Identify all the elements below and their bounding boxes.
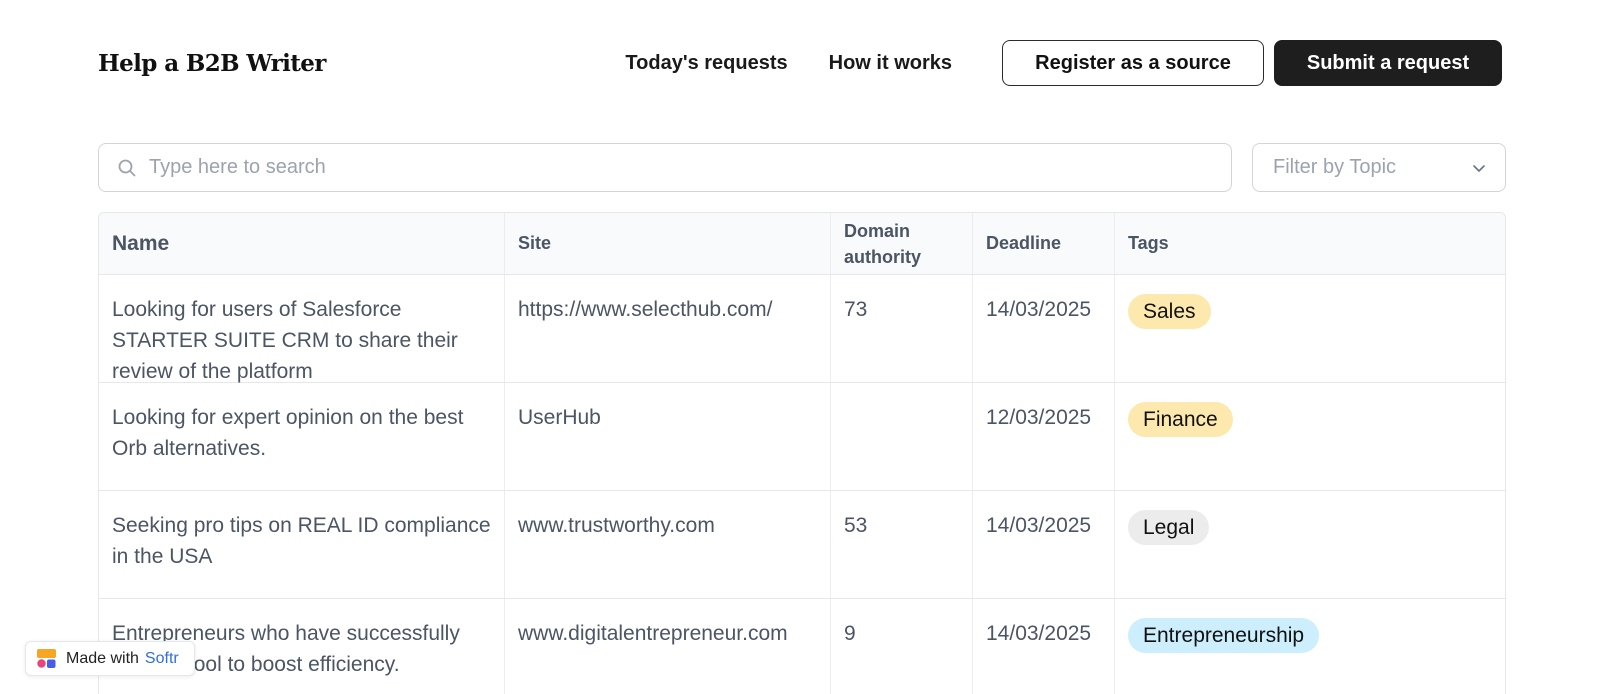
made-with-softr-badge[interactable]: Made with Softr: [25, 641, 195, 676]
cell-site: UserHub: [505, 383, 831, 490]
table-header-row: Name Site Domain authority Deadline Tags: [99, 213, 1505, 275]
tag-badge: Finance: [1128, 402, 1233, 437]
cell-site: https://www.selecthub.com/: [505, 275, 831, 382]
page: Help a B2B Writer Today's requests How i…: [0, 0, 1600, 694]
cell-domain-authority: 9: [831, 599, 973, 694]
cell-deadline: 14/03/2025: [973, 275, 1115, 382]
column-header-domain-authority[interactable]: Domain authority: [831, 213, 973, 274]
tag-badge: Sales: [1128, 294, 1211, 329]
cell-tags: Legal: [1115, 491, 1505, 598]
table-row[interactable]: Looking for users of Salesforce STARTER …: [99, 275, 1505, 383]
softr-link[interactable]: Softr: [145, 650, 179, 668]
table-row[interactable]: Looking for expert opinion on the best O…: [99, 383, 1505, 491]
site-logo[interactable]: Help a B2B Writer: [98, 50, 326, 77]
cell-deadline: 14/03/2025: [973, 491, 1115, 598]
nav-todays-requests[interactable]: Today's requests: [625, 52, 787, 75]
cell-name: Seeking pro tips on REAL ID compliance i…: [99, 491, 505, 598]
top-header: Help a B2B Writer Today's requests How i…: [98, 40, 1502, 86]
softr-logo-icon: [36, 648, 57, 669]
cell-domain-authority: [831, 383, 973, 490]
made-with-label: Made with: [66, 649, 139, 667]
cell-site: www.digitalentrepreneur.com: [505, 599, 831, 694]
tag-badge: Entrepreneurship: [1128, 618, 1320, 653]
cell-tags: Sales: [1115, 275, 1505, 382]
cell-tags: Entrepreneurship: [1115, 599, 1505, 694]
topic-filter-placeholder: Filter by Topic: [1273, 156, 1397, 178]
column-header-deadline[interactable]: Deadline: [973, 213, 1115, 274]
cell-domain-authority: 73: [831, 275, 973, 382]
search-input[interactable]: [149, 156, 1231, 179]
cell-tags: Finance: [1115, 383, 1505, 490]
column-header-name[interactable]: Name: [99, 213, 505, 274]
requests-table: Name Site Domain authority Deadline Tags…: [98, 212, 1506, 694]
topic-filter-select[interactable]: Filter by Topic: [1252, 143, 1506, 192]
column-header-tags[interactable]: Tags: [1115, 213, 1505, 274]
cell-deadline: 14/03/2025: [973, 599, 1115, 694]
cell-deadline: 12/03/2025: [973, 383, 1115, 490]
search-icon: [117, 158, 137, 178]
chevron-down-icon: [1471, 160, 1487, 176]
table-row[interactable]: Entrepreneurs who have successfully used…: [99, 599, 1505, 694]
submit-request-button[interactable]: Submit a request: [1274, 40, 1502, 86]
top-nav: Today's requests How it works Register a…: [625, 40, 1502, 86]
nav-how-it-works[interactable]: How it works: [829, 52, 952, 75]
cell-site: www.trustworthy.com: [505, 491, 831, 598]
cell-name: Looking for expert opinion on the best O…: [99, 383, 505, 490]
register-source-button[interactable]: Register as a source: [1002, 40, 1264, 86]
column-header-site[interactable]: Site: [505, 213, 831, 274]
table-row[interactable]: Seeking pro tips on REAL ID compliance i…: [99, 491, 1505, 599]
cell-name: Looking for users of Salesforce STARTER …: [99, 275, 505, 383]
tag-badge: Legal: [1128, 510, 1210, 545]
search-box[interactable]: [98, 143, 1232, 192]
cell-domain-authority: 53: [831, 491, 973, 598]
